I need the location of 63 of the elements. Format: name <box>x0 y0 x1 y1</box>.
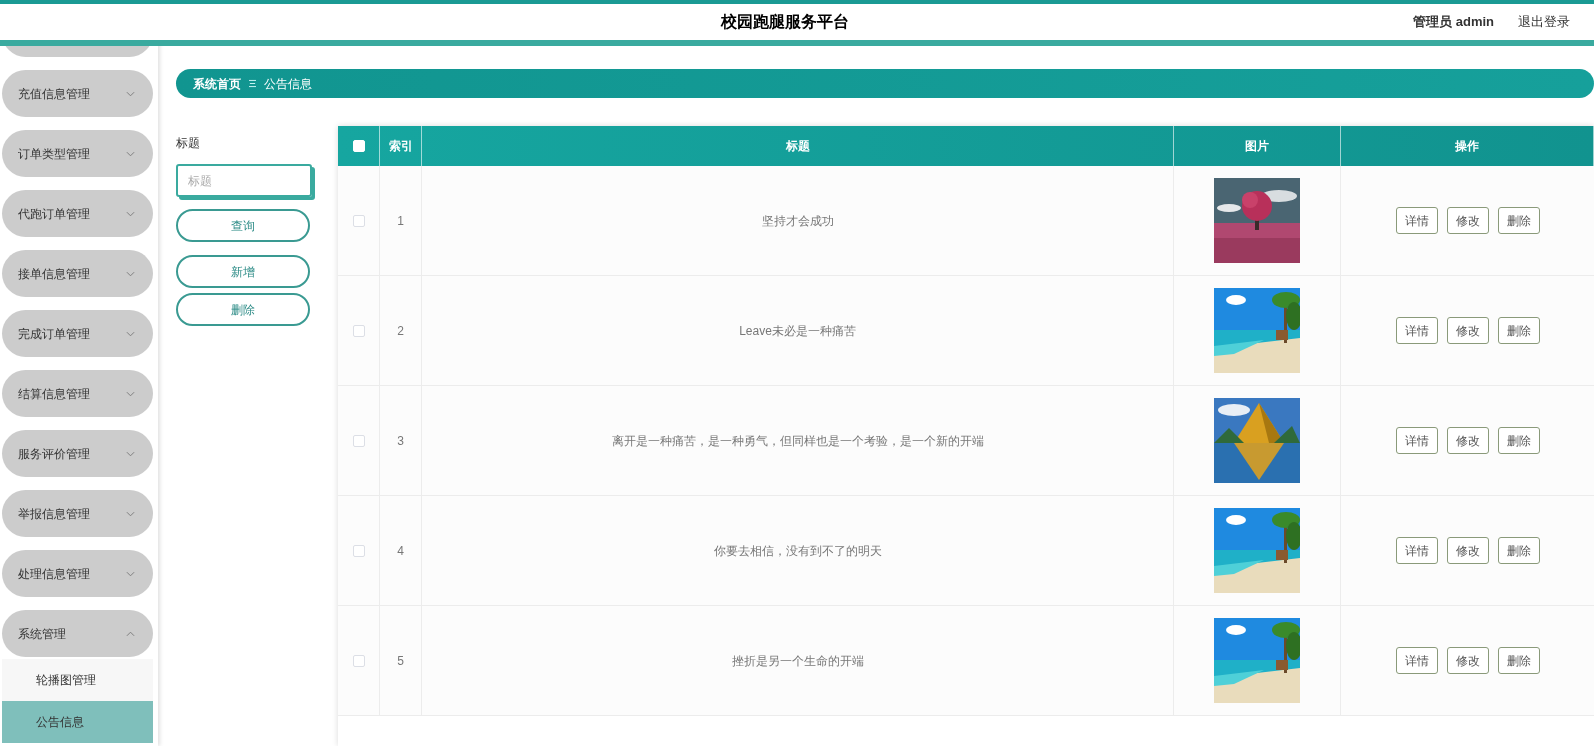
edit-button[interactable]: 修改 <box>1446 537 1489 564</box>
add-button[interactable]: 新增 <box>176 255 310 288</box>
menu-item[interactable]: 订单类型管理 <box>2 130 153 177</box>
chevron-down-icon <box>126 570 135 577</box>
checkbox[interactable] <box>352 654 365 667</box>
submenu-item[interactable]: 轮播图管理 <box>2 659 153 701</box>
menu-item[interactable]: 接单信息管理 <box>2 250 153 297</box>
checkbox[interactable] <box>352 434 365 447</box>
menu-item[interactable]: 代跑订单管理 <box>2 190 153 237</box>
delete-button[interactable]: 删除 <box>1497 317 1540 344</box>
delete-button[interactable]: 删除 <box>1497 647 1540 674</box>
index-cell-text: 2 <box>397 322 404 340</box>
menu-item[interactable]: 系统管理 <box>2 610 153 657</box>
detail-button[interactable]: 详情 <box>1395 427 1438 454</box>
search-button[interactable]: 查询 <box>176 209 310 242</box>
title-cell-text: 离开是一种痛苦，是一种勇气，但同样也是一个考验，是一个新的开端 <box>611 432 984 450</box>
menu-item[interactable]: 完成订单管理 <box>2 310 153 357</box>
title-cell-text: 坚持才会成功 <box>761 212 834 230</box>
chevron-down-icon <box>126 330 135 337</box>
chevron-down-icon <box>126 270 135 277</box>
chevron-down-icon <box>126 510 135 517</box>
detail-button[interactable]: 详情 <box>1395 647 1438 674</box>
chevron-down-icon <box>126 390 135 397</box>
detail-button[interactable]: 详情 <box>1395 317 1438 344</box>
edit-button[interactable]: 修改 <box>1446 647 1489 674</box>
title-cell-text: Leave未必是一种痛苦 <box>739 322 856 340</box>
chevron-down-icon <box>126 210 135 217</box>
edit-button[interactable]: 修改 <box>1446 317 1489 344</box>
chevron-down-icon <box>126 90 135 97</box>
checkbox[interactable] <box>352 324 365 337</box>
chevron-down-icon <box>126 150 135 157</box>
edit-button[interactable]: 修改 <box>1446 207 1489 234</box>
detail-button[interactable]: 详情 <box>1395 537 1438 564</box>
delete-button[interactable]: 删除 <box>1497 537 1540 564</box>
edit-button[interactable]: 修改 <box>1446 427 1489 454</box>
separator-icon <box>249 79 256 88</box>
checkbox[interactable] <box>352 214 365 227</box>
index-cell-text: 4 <box>397 542 404 560</box>
menu-item[interactable]: 充值信息管理 <box>2 70 153 117</box>
delete-button[interactable]: 删除 <box>176 293 310 326</box>
submenu-item[interactable]: 公告信息 <box>2 701 153 743</box>
delete-button[interactable]: 删除 <box>1497 207 1540 234</box>
index-cell-text: 3 <box>397 432 404 450</box>
user-label: 管理员 admin <box>1413 13 1494 32</box>
logout-link[interactable]: 退出登录 <box>1518 12 1570 32</box>
delete-button[interactable]: 删除 <box>1497 427 1540 454</box>
menu-item[interactable]: 结算信息管理 <box>2 370 153 417</box>
breadcrumb-home[interactable]: 系统首页 <box>193 74 241 93</box>
title-cell-text: 挫折是另一个生命的开端 <box>731 652 864 670</box>
title-search-field[interactable]: 标题 <box>176 164 312 197</box>
field-label: 标题 <box>176 135 201 152</box>
site-title: 校园跑腿服务平台 <box>721 12 849 32</box>
breadcrumb-current: 公告信息 <box>264 75 312 93</box>
chevron-down-icon <box>126 450 135 457</box>
menu-item[interactable]: 举报信息管理 <box>2 490 153 537</box>
chevron-up-icon <box>126 630 135 637</box>
title-cell-text: 你要去相信，没有到不了的明天 <box>713 542 882 560</box>
menu-item[interactable]: 服务评价管理 <box>2 430 153 477</box>
detail-button[interactable]: 详情 <box>1395 207 1438 234</box>
index-cell-text: 5 <box>397 652 404 670</box>
checkbox[interactable] <box>352 544 365 557</box>
index-cell-text: 1 <box>397 212 404 230</box>
menu-item[interactable]: 处理信息管理 <box>2 550 153 597</box>
